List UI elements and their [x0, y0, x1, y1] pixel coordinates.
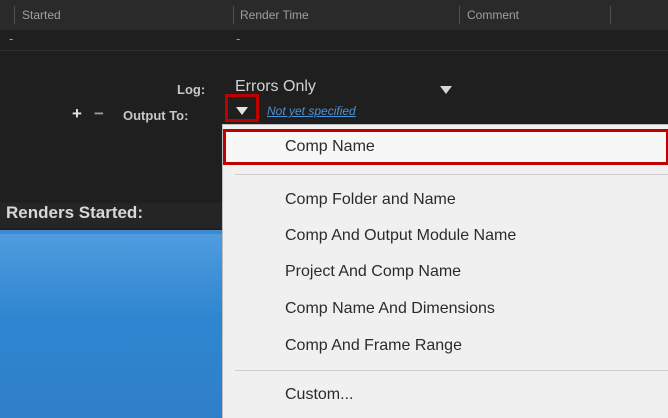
output-to-label: Output To: [123, 108, 189, 123]
render-time-value: - [236, 31, 241, 46]
remove-output-module-button[interactable]: − [94, 104, 104, 124]
log-label: Log: [177, 82, 206, 97]
column-divider[interactable] [233, 6, 234, 24]
renders-started-label: Renders Started: [6, 203, 143, 222]
column-divider[interactable] [459, 6, 460, 24]
output-name-menu: Comp Name Comp Folder and Name Comp And … [222, 124, 668, 418]
menu-item-project-and-comp-name[interactable]: Project And Comp Name [223, 254, 668, 290]
column-header-comment[interactable]: Comment [467, 8, 519, 22]
column-divider[interactable] [14, 6, 15, 24]
chevron-down-icon[interactable] [440, 86, 452, 94]
output-to-dropdown-button[interactable] [225, 94, 259, 122]
chevron-down-icon [236, 107, 248, 115]
column-header-render-time[interactable]: Render Time [240, 8, 309, 22]
queue-item-row[interactable]: - - [0, 30, 668, 51]
menu-item-comp-and-output-module-name[interactable]: Comp And Output Module Name [223, 218, 668, 254]
column-header-bar: Started Render Time Comment [0, 0, 668, 31]
menu-item-comp-name-and-dimensions[interactable]: Comp Name And Dimensions [223, 291, 668, 327]
menu-item-comp-and-frame-range[interactable]: Comp And Frame Range [223, 328, 668, 364]
render-queue-panel: Started Render Time Comment - - Log: Err… [0, 0, 668, 418]
menu-item-custom[interactable]: Custom... [223, 377, 668, 413]
column-header-started[interactable]: Started [22, 8, 61, 22]
menu-item-comp-folder-and-name[interactable]: Comp Folder and Name [223, 182, 668, 218]
output-file-link[interactable]: Not yet specified [267, 104, 356, 118]
menu-separator [235, 174, 668, 175]
column-divider[interactable] [610, 6, 611, 24]
menu-separator [235, 370, 668, 371]
add-output-module-button[interactable]: + [72, 104, 82, 124]
started-value: - [9, 31, 14, 46]
menu-item-comp-name[interactable]: Comp Name [223, 129, 668, 165]
progress-panel [0, 234, 230, 418]
